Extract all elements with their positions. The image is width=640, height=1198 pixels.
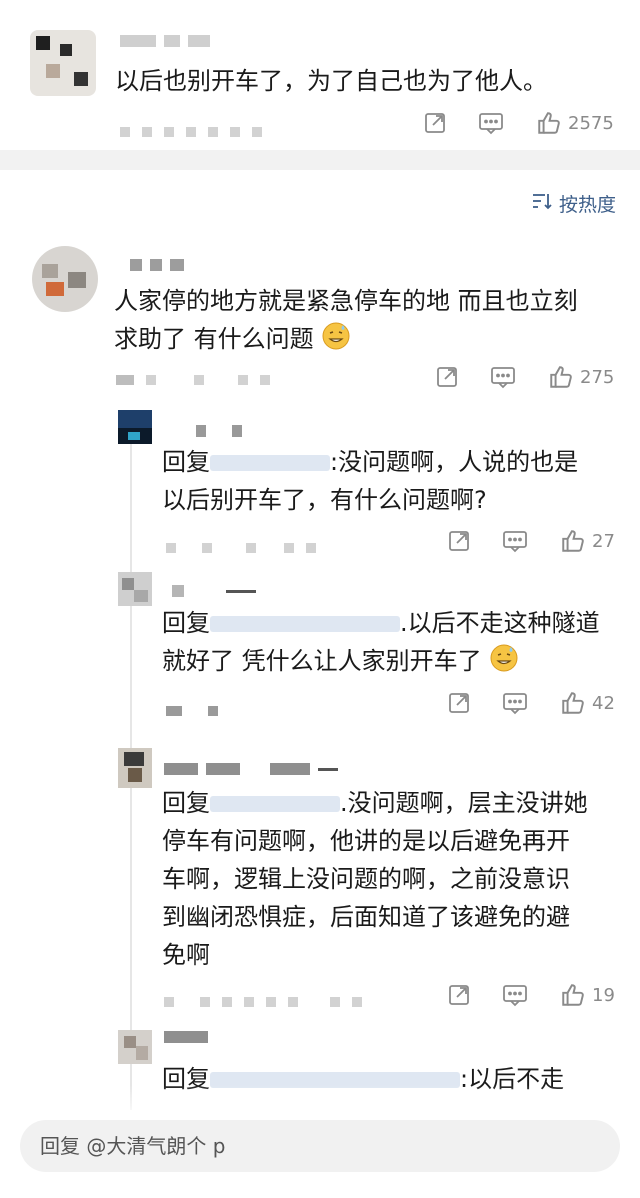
comment-icon[interactable] — [502, 982, 528, 1008]
thumbs-up-icon — [560, 690, 586, 716]
reply-line-text: :没问题啊，人说的也是 — [330, 448, 579, 476]
reply-text: 回复 .没问题啊，层主没讲她 停车有问题啊，他讲的是以后避免再开 车啊，逻辑上没问… — [162, 784, 588, 974]
avatar[interactable] — [118, 572, 152, 606]
section-divider — [0, 150, 640, 170]
like-button[interactable]: 275 — [548, 364, 614, 390]
sort-by-hot-button[interactable]: 按热度 — [531, 190, 616, 217]
like-button[interactable]: 27 — [560, 528, 615, 554]
sort-label: 按热度 — [558, 194, 616, 216]
share-icon[interactable] — [446, 982, 472, 1008]
avatar[interactable] — [118, 748, 152, 788]
reply-prefix: 回复 — [162, 448, 210, 476]
comment-meta — [116, 372, 270, 388]
sort-icon — [531, 191, 553, 216]
username[interactable] — [120, 34, 210, 48]
thumbs-up-icon — [560, 982, 586, 1008]
username[interactable] — [164, 762, 338, 776]
mention-link[interactable] — [210, 455, 330, 471]
mention-link[interactable] — [210, 616, 400, 632]
avatar[interactable] — [118, 410, 152, 444]
comment-meta — [120, 124, 262, 140]
like-count: 275 — [580, 366, 615, 388]
comment-actions: 275 — [434, 364, 614, 390]
reply-prefix: 回复 — [162, 789, 210, 817]
like-count: 42 — [592, 692, 615, 714]
comment-line: 人家停的地方就是紧急停车的地 而且也立刻 — [114, 287, 578, 315]
comment-text: 人家停的地方就是紧急停车的地 而且也立刻 求助了 有什么问题 — [114, 282, 578, 362]
share-icon[interactable] — [446, 690, 472, 716]
mention-link[interactable] — [210, 796, 340, 812]
reply-actions: 42 — [446, 690, 615, 716]
comment-icon[interactable] — [502, 528, 528, 554]
scroll-fade — [0, 1085, 640, 1120]
avatar[interactable] — [118, 1030, 152, 1064]
like-button[interactable]: 42 — [560, 690, 615, 716]
comment-icon[interactable] — [490, 364, 516, 390]
reply-line-text: 就好了 凭什么让人家别开车了 — [162, 647, 482, 675]
share-icon[interactable] — [446, 528, 472, 554]
share-icon[interactable] — [422, 110, 448, 136]
reply-line-2: 停车有问题啊，他讲的是以后避免再开 — [162, 827, 570, 855]
avatar[interactable] — [30, 30, 96, 96]
like-button[interactable]: 2575 — [536, 110, 614, 136]
reply-meta — [164, 994, 362, 1010]
reply-meta — [166, 540, 316, 556]
sweat-smile-emoji — [321, 321, 351, 362]
comment-line-2: 求助了 有什么问题 — [114, 320, 578, 362]
comment-icon[interactable] — [478, 110, 504, 136]
reply-line-2: 就好了 凭什么让人家别开车了 — [162, 642, 600, 684]
avatar[interactable] — [32, 246, 98, 312]
reply-input-bar[interactable] — [20, 1120, 620, 1172]
reply-meta — [166, 703, 218, 719]
reply-text: 回复 .以后不走这种隧道 就好了 凭什么让人家别开车了 — [162, 604, 600, 684]
share-icon[interactable] — [434, 364, 460, 390]
like-count: 27 — [592, 530, 615, 552]
like-count: 19 — [592, 984, 615, 1006]
reply-actions: 19 — [446, 982, 615, 1008]
sweat-smile-emoji — [489, 643, 519, 684]
thumbs-up-icon — [548, 364, 574, 390]
thumbs-up-icon — [536, 110, 562, 136]
reply-line-2: 以后别开车了，有什么问题啊? — [162, 486, 487, 514]
username[interactable] — [172, 584, 256, 598]
reply-line-1: 回复 :没问题啊，人说的也是 — [162, 443, 578, 481]
comment-line-text: 求助了 有什么问题 — [114, 325, 314, 353]
reply-line-text: .以后不走这种隧道 — [400, 609, 600, 637]
thumbs-up-icon — [560, 528, 586, 554]
comment-text: 以后也别开车了，为了自己也为了他人。 — [115, 67, 547, 95]
reply-text: 回复 :没问题啊，人说的也是 以后别开车了，有什么问题啊? — [162, 443, 578, 519]
comment-actions: 2575 — [422, 110, 614, 136]
reply-line-4: 到幽闭恐惧症，后面知道了该避免的避 — [162, 903, 570, 931]
like-count: 2575 — [568, 112, 614, 134]
username[interactable] — [130, 258, 184, 272]
username[interactable] — [164, 1030, 208, 1044]
reply-actions: 27 — [446, 528, 615, 554]
reply-line-1: 回复 .以后不走这种隧道 — [162, 604, 600, 642]
reply-line-1: 回复 .没问题啊，层主没讲她 — [162, 784, 588, 822]
reply-line-text: .没问题啊，层主没讲她 — [340, 789, 588, 817]
reply-prefix: 回复 — [162, 609, 210, 637]
username[interactable] — [196, 424, 242, 438]
comment-icon[interactable] — [502, 690, 528, 716]
like-button[interactable]: 19 — [560, 982, 615, 1008]
reply-input[interactable] — [20, 1120, 620, 1172]
reply-line-5: 免啊 — [162, 941, 210, 969]
reply-line-3: 车啊，逻辑上没问题的啊，之前没意识 — [162, 865, 570, 893]
